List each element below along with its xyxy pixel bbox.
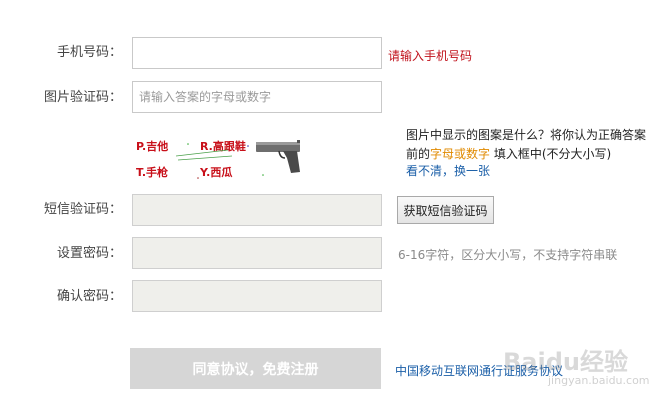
confirm-password-input[interactable] (132, 280, 382, 312)
question-suffix: 填入框中(不分大小写) (493, 147, 612, 161)
phone-input[interactable] (132, 37, 382, 69)
refresh-captcha-link[interactable]: 看不清，换一张 (406, 162, 490, 179)
phone-error-text: 请输入手机号码 (388, 49, 473, 63)
question-highlight: 字母或数字 (430, 147, 491, 161)
register-submit-button[interactable]: 同意协议，免费注册 (130, 348, 381, 389)
captcha-image[interactable]: P.吉他 R.高跟鞋 T.手枪 Y.西瓜 (132, 122, 307, 182)
phone-label: 手机号码： (56, 45, 122, 60)
baidu-watermark-url: jingyan.baidu.com (548, 374, 650, 387)
pistol-icon (256, 140, 300, 173)
confirm-password-label: 确认密码： (56, 289, 122, 304)
captcha-option: T.手枪 (136, 166, 169, 179)
sms-label: 短信验证码： (43, 202, 122, 217)
captcha-option: P.吉他 (136, 140, 169, 153)
password-label: 设置密码： (56, 246, 122, 261)
captcha-label: 图片验证码： (43, 90, 122, 105)
password-input[interactable] (132, 237, 382, 269)
sms-code-input[interactable] (132, 194, 382, 226)
password-hint: 6-16字符，区分大小写，不支持字符串联 (398, 248, 618, 262)
baidu-watermark: Baidu经验 (503, 348, 628, 376)
captcha-input[interactable] (132, 81, 382, 113)
captcha-question: 图片中显示的图案是什么？将你认为正确答案前的字母或数字 填入框中(不分大小写) (406, 126, 646, 164)
get-sms-code-button[interactable]: 获取短信验证码 (397, 196, 494, 224)
